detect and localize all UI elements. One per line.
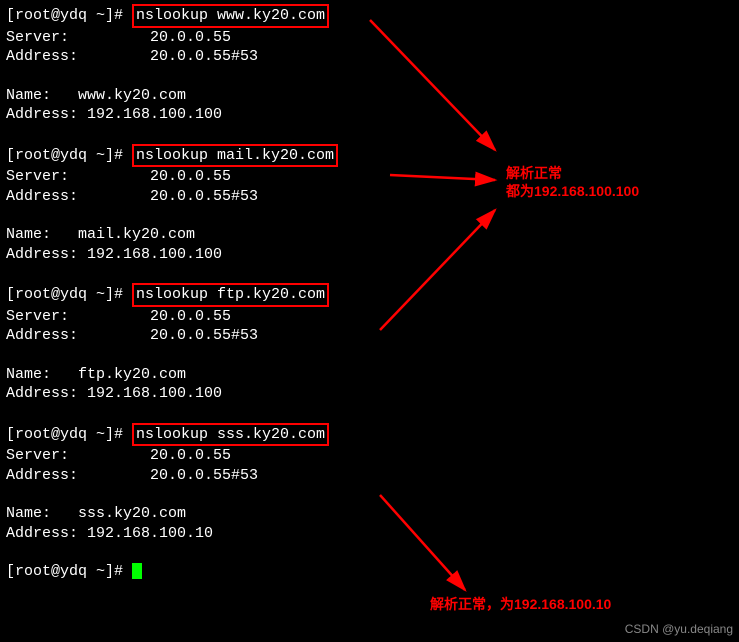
prompt-text: [root@ydq ~]# [6,7,132,24]
command-text: nslookup mail.ky20.com [136,147,334,164]
command-highlight-box: nslookup www.ky20.com [132,4,329,28]
command-text: nslookup ftp.ky20.com [136,286,325,303]
output-resolved-address: Address: 192.168.100.10 [6,524,733,544]
output-address: Address: 20.0.0.55#53 [6,466,733,486]
blank-line [6,485,733,504]
command-text: nslookup www.ky20.com [136,7,325,24]
prompt-text: [root@ydq ~]# [6,147,132,164]
annotation-text: 解析正常 都为192.168.100.100 [506,164,639,200]
blank-line [6,543,733,562]
blank-line [6,125,733,144]
output-address: Address: 20.0.0.55#53 [6,47,733,67]
output-resolved-address: Address: 192.168.100.100 [6,384,733,404]
watermark-text: CSDN @yu.deqiang [625,622,733,638]
annotation-line: 都为192.168.100.100 [506,182,639,200]
prompt-text: [root@ydq ~]# [6,286,132,303]
terminal-line: [root@ydq ~]# [6,562,733,582]
terminal-line: [root@ydq ~]# nslookup sss.ky20.com [6,423,733,447]
terminal-cursor[interactable] [132,563,142,579]
output-name: Name: sss.ky20.com [6,504,733,524]
terminal-line: [root@ydq ~]# nslookup ftp.ky20.com [6,283,733,307]
annotation-line: 解析正常 [506,164,639,182]
output-name: Name: mail.ky20.com [6,225,733,245]
command-highlight-box: nslookup ftp.ky20.com [132,283,329,307]
prompt-text: [root@ydq ~]# [6,426,132,443]
command-text: nslookup sss.ky20.com [136,426,325,443]
blank-line [6,67,733,86]
blank-line [6,264,733,283]
output-server: Server: 20.0.0.55 [6,307,733,327]
terminal-line: [root@ydq ~]# nslookup www.ky20.com [6,4,733,28]
output-server: Server: 20.0.0.55 [6,28,733,48]
command-highlight-box: nslookup sss.ky20.com [132,423,329,447]
output-resolved-address: Address: 192.168.100.100 [6,105,733,125]
blank-line [6,404,733,423]
blank-line [6,346,733,365]
prompt-text: [root@ydq ~]# [6,563,132,580]
output-name: Name: ftp.ky20.com [6,365,733,385]
blank-line [6,206,733,225]
output-address: Address: 20.0.0.55#53 [6,326,733,346]
output-name: Name: www.ky20.com [6,86,733,106]
command-highlight-box: nslookup mail.ky20.com [132,144,338,168]
output-server: Server: 20.0.0.55 [6,446,733,466]
output-resolved-address: Address: 192.168.100.100 [6,245,733,265]
annotation-text: 解析正常，为192.168.100.10 [430,595,611,613]
